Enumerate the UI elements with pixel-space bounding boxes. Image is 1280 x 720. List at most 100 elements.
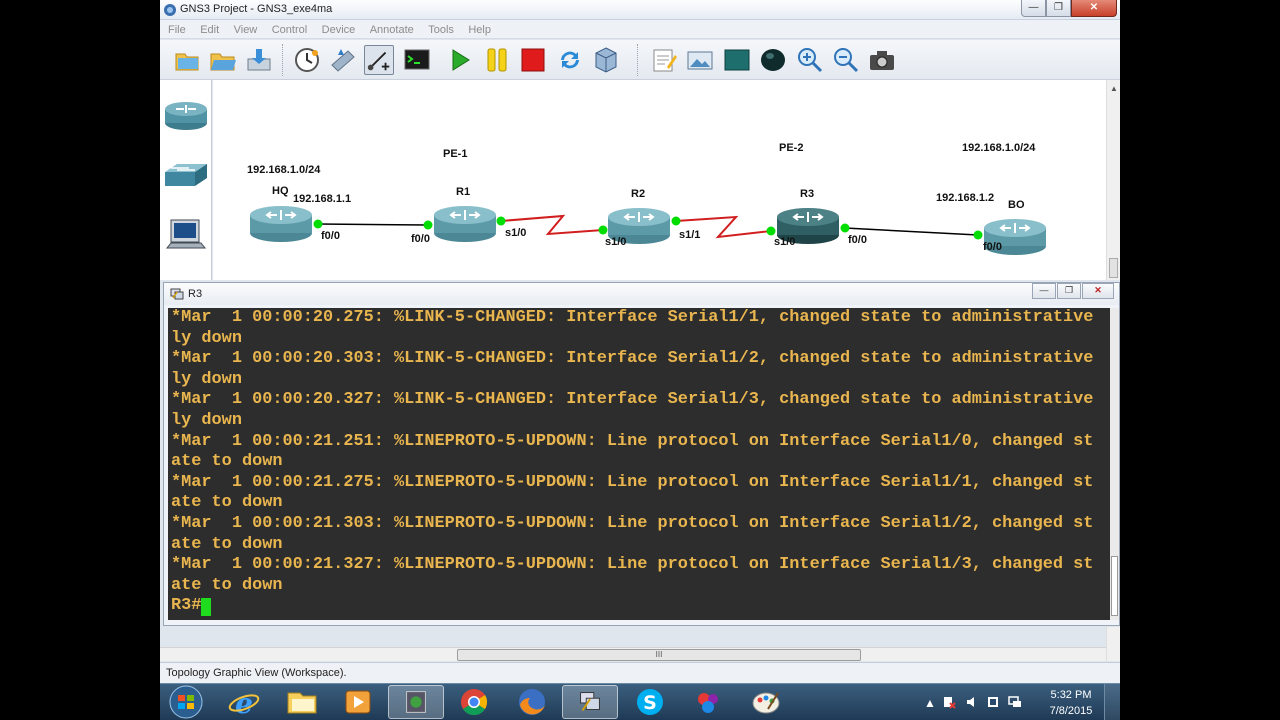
device-panel <box>160 80 212 280</box>
terminal-line: ate to down <box>171 575 283 595</box>
console-taskbar-icon[interactable] <box>562 685 618 719</box>
open-project-icon[interactable] <box>208 45 238 75</box>
virtualbox-icon[interactable] <box>591 45 621 75</box>
paint-icon[interactable] <box>738 685 794 719</box>
ie-icon[interactable]: e <box>216 685 272 719</box>
canvas-vertical-scrollbar-lower[interactable] <box>1106 627 1120 661</box>
terminal-output[interactable]: *Mar 1 00:00:20.275: %LINK-5-CHANGED: In… <box>168 308 1111 620</box>
start-button-icon[interactable] <box>164 685 208 719</box>
link-hq-r1[interactable] <box>317 223 429 226</box>
router-icon[interactable] <box>163 97 209 133</box>
putty-icon <box>170 288 184 300</box>
clock-time[interactable]: 5:32 PM <box>1041 689 1101 701</box>
terminal-prompt: R3# <box>171 596 202 616</box>
menu-bar: File Edit View Control Device Annotate T… <box>160 20 1120 39</box>
network-icon[interactable] <box>1008 695 1022 709</box>
console-title-bar: R3 — ❐ ✕ <box>164 283 1119 305</box>
menu-file[interactable]: File <box>160 21 186 36</box>
terminal-line: ate to down <box>171 452 283 472</box>
add-note-icon[interactable] <box>649 45 679 75</box>
terminal-line: *Mar 1 00:00:21.275: %LINEPROTO-5-UPDOWN… <box>171 472 1094 492</box>
canvas-vertical-scrollbar[interactable]: ▲ <box>1106 80 1120 280</box>
topology-links <box>317 214 979 239</box>
screenshot-icon[interactable] <box>867 45 897 75</box>
show-labels-icon[interactable] <box>328 45 358 75</box>
node-label-bo: BO <box>1008 199 1025 211</box>
stop-all-icon[interactable] <box>518 45 548 75</box>
console-window[interactable]: R3 — ❐ ✕ *Mar 1 00:00:20.275: %LINK-5-CH… <box>163 282 1120 626</box>
explorer-icon[interactable] <box>274 685 330 719</box>
terminal-cursor <box>201 597 212 616</box>
router-hq[interactable] <box>249 201 313 245</box>
scrollbar-thumb[interactable] <box>1109 258 1118 278</box>
menu-control[interactable]: Control <box>264 21 307 36</box>
toolbar <box>160 40 1120 80</box>
status-bar: Topology Graphic View (Workspace). <box>160 662 1120 683</box>
menu-view[interactable]: View <box>226 21 258 36</box>
window-title: GNS3 Project - GNS3_exe4ma <box>180 3 333 15</box>
start-all-icon[interactable] <box>445 45 475 75</box>
scrollbar-thumb[interactable] <box>1111 556 1118 616</box>
minimize-button[interactable]: — <box>1021 0 1046 17</box>
console-close-button[interactable]: ✕ <box>1082 283 1114 299</box>
svg-text:S: S <box>643 692 657 714</box>
router-r1[interactable] <box>433 201 497 245</box>
show-hidden-icons-icon[interactable]: ▲ <box>924 696 936 710</box>
maximize-button[interactable]: ❐ <box>1046 0 1071 17</box>
terminal-line: *Mar 1 00:00:20.275: %LINK-5-CHANGED: In… <box>171 308 1094 327</box>
draw-rectangle-icon[interactable] <box>722 45 752 75</box>
new-project-icon[interactable] <box>172 45 202 75</box>
insert-picture-icon[interactable] <box>685 45 715 75</box>
port-label-hq-f00: f0/0 <box>321 230 340 242</box>
port-label-bo-f00: f0/0 <box>983 241 1002 253</box>
terminal-line: ly down <box>171 369 242 389</box>
terminal-line: ate to down <box>171 534 283 554</box>
skype-icon[interactable]: S <box>622 685 678 719</box>
scroll-up-arrow-icon[interactable]: ▲ <box>1110 84 1118 93</box>
media-player-icon[interactable] <box>330 685 386 719</box>
scrollbar-thumb[interactable]: III <box>457 649 861 661</box>
zoom-out-icon[interactable] <box>831 45 861 75</box>
clock-date[interactable]: 7/8/2015 <box>1041 705 1101 717</box>
zoom-in-icon[interactable] <box>795 45 825 75</box>
firefox-icon[interactable] <box>504 685 560 719</box>
port-label-r3-s10: s1/0 <box>774 236 796 248</box>
switch-icon[interactable] <box>163 158 209 194</box>
terminal-prompt-line[interactable]: R3# <box>168 596 1111 617</box>
action-center-icon[interactable] <box>942 695 956 709</box>
gns3-taskbar-icon[interactable] <box>388 685 444 719</box>
taskbar: e S ▲ 5:32 PM 7/8/2015 <box>160 683 1120 720</box>
console-minimize-button[interactable]: — <box>1032 283 1056 299</box>
network-label-right: 192.168.1.0/24 <box>962 142 1036 154</box>
terminal-line: *Mar 1 00:00:20.303: %LINK-5-CHANGED: In… <box>171 349 1094 369</box>
console-maximize-button[interactable]: ❐ <box>1057 283 1081 299</box>
speaker-icon[interactable] <box>966 696 978 708</box>
snapshot-icon[interactable] <box>292 45 322 75</box>
port-label-r3-f00: f0/0 <box>848 234 867 246</box>
node-label-hq: HQ <box>272 185 289 197</box>
menu-edit[interactable]: Edit <box>192 21 219 36</box>
show-desktop-button[interactable] <box>1104 684 1120 720</box>
chrome-icon[interactable] <box>446 685 502 719</box>
draw-ellipse-icon[interactable] <box>758 45 788 75</box>
add-link-icon[interactable] <box>364 45 394 75</box>
canvas-horizontal-scrollbar[interactable]: III <box>160 647 1106 661</box>
power-icon[interactable] <box>986 695 1000 709</box>
console-all-icon[interactable] <box>402 45 432 75</box>
port-label-r2-s11: s1/1 <box>679 229 701 241</box>
menu-tools[interactable]: Tools <box>420 21 454 36</box>
menu-help[interactable]: Help <box>460 21 491 36</box>
close-button[interactable]: ✕ <box>1071 0 1117 17</box>
end-device-icon[interactable] <box>163 218 209 254</box>
menu-device[interactable]: Device <box>314 21 356 36</box>
topology-canvas[interactable]: 192.168.1.0/24 PE-1 PE-2 192.168.1.0/24 … <box>213 80 1106 280</box>
suspend-all-icon[interactable] <box>482 45 512 75</box>
app-icon[interactable] <box>680 685 736 719</box>
console-scrollbar[interactable] <box>1110 308 1119 620</box>
title-bar: GNS3 Project - GNS3_exe4ma — ❐ ✕ <box>160 0 1120 20</box>
reload-all-icon[interactable] <box>555 45 585 75</box>
terminal-line: *Mar 1 00:00:21.251: %LINEPROTO-5-UPDOWN… <box>171 431 1094 451</box>
terminal-line: ate to down <box>171 493 283 513</box>
menu-annotate[interactable]: Annotate <box>362 21 414 36</box>
save-project-icon[interactable] <box>244 45 274 75</box>
